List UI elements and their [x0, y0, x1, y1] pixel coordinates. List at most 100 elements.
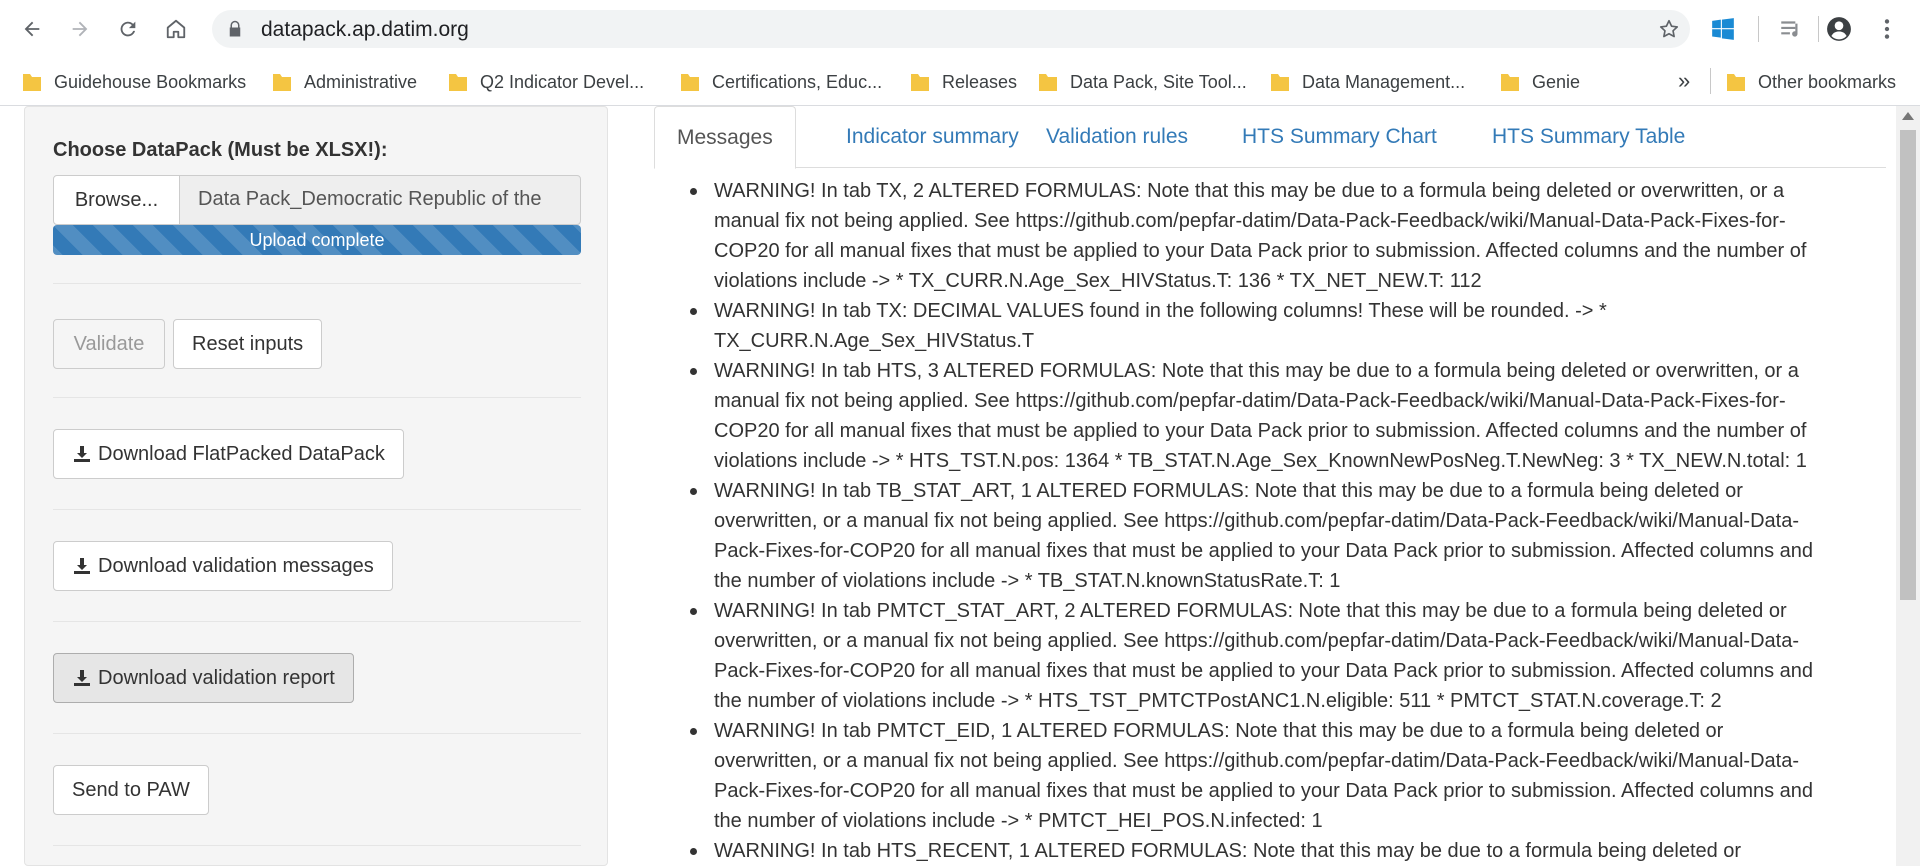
bookmark-label: Data Management... — [1302, 71, 1466, 92]
tab-hts-summary-chart[interactable]: HTS Summary Chart — [1220, 106, 1459, 168]
message-line: WARNING! In tab HTS_RECENT, 1 ALTERED FO… — [714, 840, 1742, 862]
back-button[interactable] — [14, 11, 50, 47]
tab-messages[interactable]: Messages — [654, 106, 796, 169]
button-label: Download FlatPacked DataPack — [98, 442, 385, 465]
arrow-right-icon — [72, 21, 88, 37]
message-line: Pack-Fixes-for-COP20 for all manual fixe… — [714, 660, 1814, 682]
page-scrollbar[interactable] — [1896, 106, 1920, 866]
download-icon — [74, 670, 90, 686]
message-line: WARNING! In tab TX: DECIMAL VALUES found… — [714, 300, 1607, 322]
folder-icon — [23, 74, 41, 91]
download-flatpacked-button[interactable]: Download FlatPacked DataPack — [53, 429, 404, 479]
message-line: WARNING! In tab TX, 2 ALTERED FORMULAS: … — [714, 180, 1785, 202]
bookmarks-divider — [1710, 68, 1711, 94]
upload-status: Upload complete — [249, 229, 385, 250]
message-line: WARNING! In tab HTS, 3 ALTERED FORMULAS:… — [714, 360, 1799, 382]
bookmark-folder[interactable]: Releases — [910, 66, 1017, 98]
message-item: WARNING! In tab PMTCT_EID, 1 ALTERED FOR… — [690, 716, 1874, 836]
message-item: WARNING! In tab HTS, 3 ALTERED FORMULAS:… — [690, 356, 1874, 476]
bookmark-label: Guidehouse Bookmarks — [54, 71, 247, 92]
bookmark-folder[interactable]: Data Management... — [1270, 66, 1465, 98]
message-line: overwritten, or a manual fix not being a… — [714, 750, 1799, 772]
bookmarks-bar: Guidehouse Bookmarks Administrative Q2 I… — [0, 58, 1920, 106]
folder-icon — [273, 74, 291, 91]
tab-hts-summary-table[interactable]: HTS Summary Table — [1470, 106, 1707, 168]
home-icon — [166, 19, 186, 39]
divider — [53, 509, 581, 510]
folder-icon — [1727, 74, 1745, 91]
download-icon — [74, 558, 90, 574]
upload-progress-bar: Upload complete — [53, 225, 581, 255]
bookmark-label: Data Pack, Site Tool... — [1070, 71, 1247, 92]
send-to-paw-button[interactable]: Send to PAW — [53, 765, 209, 815]
message-line: COP20 for all manual fixes that must be … — [714, 240, 1807, 262]
button-label: Download validation messages — [98, 554, 374, 577]
tab-validation-rules[interactable]: Validation rules — [1024, 106, 1210, 168]
arrow-left-icon — [24, 21, 40, 37]
folder-icon — [1271, 74, 1289, 91]
folder-icon — [911, 74, 929, 91]
windows-extension-icon[interactable] — [1708, 14, 1738, 44]
bookmark-label: Other bookmarks — [1758, 71, 1897, 92]
star-icon[interactable] — [1658, 18, 1680, 40]
main-panel: Messages Indicator summary Validation ru… — [654, 106, 1886, 866]
reset-inputs-button[interactable]: Reset inputs — [173, 319, 323, 369]
message-item: WARNING! In tab TX: DECIMAL VALUES found… — [690, 296, 1874, 356]
message-line: overwritten, or a manual fix not being a… — [714, 630, 1799, 652]
folder-icon — [1501, 74, 1519, 91]
file-input-label: Choose DataPack (Must be XLSX!): — [53, 139, 388, 161]
home-button[interactable] — [158, 11, 194, 47]
file-name-field: Data Pack_Democratic Republic of the — [179, 175, 581, 225]
reload-button[interactable] — [110, 11, 146, 47]
bookmark-label: Q2 Indicator Devel... — [480, 71, 645, 92]
message-line: WARNING! In tab TB_STAT_ART, 1 ALTERED F… — [714, 480, 1743, 502]
page-content: Choose DataPack (Must be XLSX!): Browse.… — [0, 106, 1920, 866]
bookmark-folder[interactable]: Certifications, Educ... — [680, 66, 882, 98]
divider — [53, 733, 581, 734]
button-label: Download validation report — [98, 666, 335, 689]
download-messages-button[interactable]: Download validation messages — [53, 541, 393, 591]
more-bookmarks-button[interactable]: » — [1678, 68, 1690, 94]
bookmark-label: Genie — [1532, 71, 1581, 92]
message-item: WARNING! In tab TX, 2 ALTERED FORMULAS: … — [690, 176, 1874, 296]
windows-icon — [1712, 18, 1734, 40]
bookmark-folder[interactable]: Q2 Indicator Devel... — [448, 66, 644, 98]
url-text: datapack.ap.datim.org — [261, 18, 469, 41]
media-extension-icon[interactable] — [1776, 14, 1806, 44]
validate-button[interactable]: Validate — [53, 319, 165, 369]
folder-icon — [681, 74, 699, 91]
message-line: WARNING! In tab PMTCT_EID, 1 ALTERED FOR… — [714, 720, 1724, 742]
menu-button[interactable] — [1872, 14, 1902, 44]
divider — [53, 845, 581, 846]
reload-icon — [120, 21, 136, 37]
message-line: manual fix not being applied. See https:… — [714, 390, 1786, 412]
message-line: Pack-Fixes-for-COP20 for all manual fixe… — [714, 780, 1814, 802]
scroll-up-arrow[interactable] — [1902, 112, 1914, 120]
forward-button[interactable] — [62, 11, 98, 47]
download-icon — [74, 446, 90, 462]
message-line: the number of violations include -> * HT… — [714, 690, 1722, 712]
bookmark-folder[interactable]: Genie — [1500, 66, 1580, 98]
bookmark-folder[interactable]: Guidehouse Bookmarks — [22, 66, 246, 98]
message-line: TX_CURR.N.Age_Sex_HIVStatus.T — [714, 330, 1035, 352]
message-line: Pack-Fixes-for-COP20 for all manual fixe… — [714, 540, 1814, 562]
divider — [53, 621, 581, 622]
message-line: overwritten, or a manual fix not being a… — [714, 510, 1799, 532]
message-line: violations include -> * TX_CURR.N.Age_Se… — [714, 270, 1482, 292]
folder-icon — [1039, 74, 1057, 91]
bookmark-folder[interactable]: Data Pack, Site Tool... — [1038, 66, 1247, 98]
bookmark-folder[interactable]: Administrative — [272, 66, 417, 98]
lock-icon — [229, 20, 241, 37]
message-item: WARNING! In tab PMTCT_STAT_ART, 2 ALTERE… — [690, 596, 1874, 716]
profile-avatar[interactable] — [1824, 14, 1854, 44]
scroll-thumb[interactable] — [1900, 130, 1916, 600]
download-report-button[interactable]: Download validation report — [53, 653, 354, 703]
other-bookmarks-folder[interactable]: Other bookmarks — [1726, 66, 1896, 98]
address-bar[interactable]: datapack.ap.datim.org — [212, 10, 1690, 48]
tab-bar: Messages Indicator summary Validation ru… — [654, 106, 1886, 169]
divider — [53, 397, 581, 398]
message-line: the number of violations include -> * PM… — [714, 810, 1323, 832]
tab-indicator-summary[interactable]: Indicator summary — [824, 106, 1041, 168]
message-line: COP20 for all manual fixes that must be … — [714, 420, 1807, 442]
browse-button[interactable]: Browse... — [53, 175, 180, 225]
